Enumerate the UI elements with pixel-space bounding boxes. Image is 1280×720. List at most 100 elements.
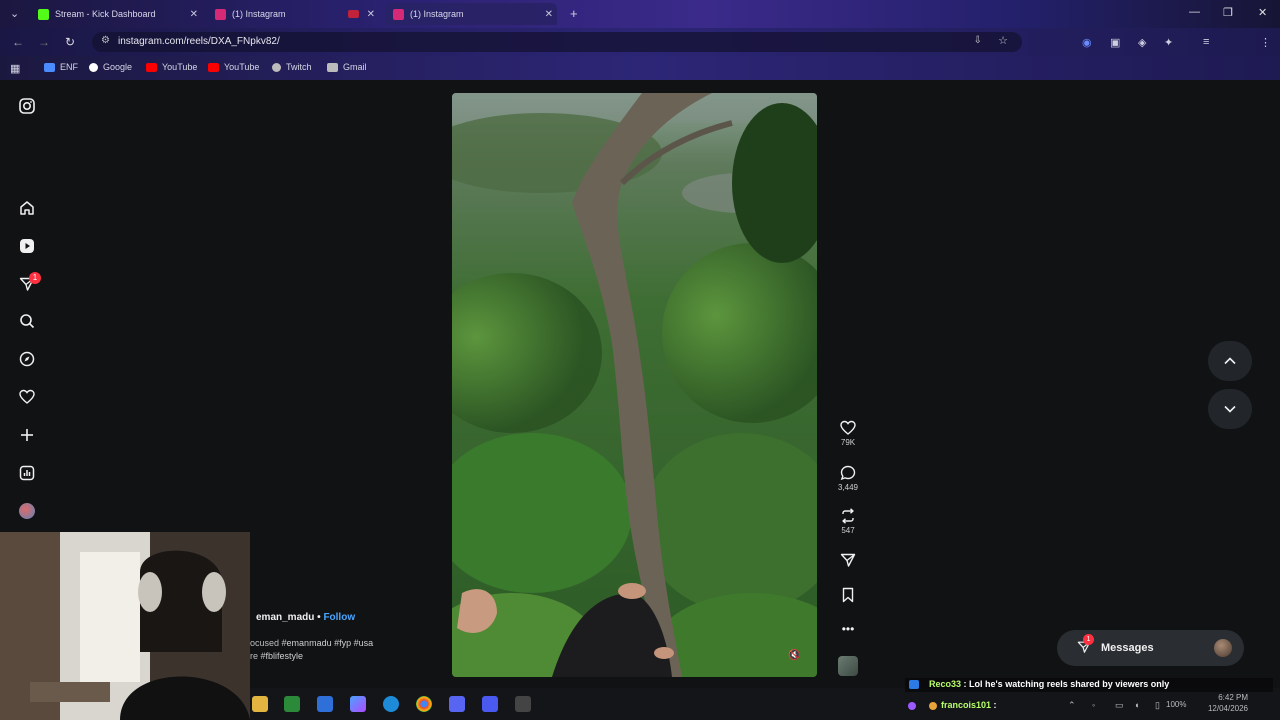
install-app-icon[interactable]: ⇩ — [974, 35, 982, 46]
site-info-icon[interactable]: ⚙ — [101, 35, 110, 46]
reading-list-icon[interactable]: ≡ — [1203, 36, 1209, 48]
share-button[interactable] — [833, 552, 863, 570]
messages-pill-badge: 1 — [1083, 633, 1094, 645]
minimize-button[interactable]: — — [1189, 6, 1200, 18]
separator-dot: • — [317, 612, 321, 623]
omnibox[interactable]: ⚙ instagram.com/reels/DXA_FNpkv82/ ⇩ ☆ — [92, 32, 1022, 52]
bookmark-google[interactable]: Google — [89, 62, 132, 72]
bookmark-twitch[interactable]: Twitch — [272, 62, 312, 72]
webcam-feed — [0, 532, 250, 720]
tray-network-icon[interactable]: ▭ — [1115, 700, 1124, 711]
webcam-overlay — [0, 532, 250, 720]
save-button[interactable] — [833, 587, 863, 605]
bookmark-youtube[interactable]: YouTube — [146, 62, 197, 72]
tray-mic-icon[interactable]: ◦ — [1092, 700, 1095, 710]
tray-battery-icon[interactable]: ▯ — [1155, 700, 1160, 711]
extensions-puzzle-icon[interactable]: ✦ — [1164, 36, 1173, 49]
tray-volume-icon[interactable]: ◖ — [1134, 700, 1139, 710]
globe-icon — [272, 62, 281, 72]
messages-pill[interactable]: 1 Messages — [1057, 630, 1244, 666]
recording-icon — [348, 10, 359, 18]
previous-reel-button[interactable] — [1208, 341, 1252, 381]
discord-icon[interactable] — [449, 696, 465, 712]
bookmarks-bar: ▦ ENF Google YouTube YouTube Twitch Gmai… — [0, 56, 1280, 80]
reload-icon[interactable]: ↻ — [65, 35, 75, 49]
chrome-icon[interactable] — [416, 696, 432, 712]
copilot-icon[interactable] — [350, 696, 366, 712]
close-tab-icon[interactable]: ✕ — [545, 9, 553, 20]
mute-icon[interactable]: 🔇 — [788, 650, 800, 661]
bookmark-label: Twitch — [286, 62, 312, 72]
url-text[interactable]: instagram.com/reels/DXA_FNpkv82/ — [118, 36, 280, 47]
battery-percent: 100% — [1166, 700, 1187, 709]
explore-icon[interactable] — [17, 349, 37, 369]
tab-search-icon[interactable]: ⌄ — [10, 7, 19, 20]
tab-label: Stream - Kick Dashboard — [55, 9, 156, 19]
bookmark-enf[interactable]: ENF — [44, 62, 78, 72]
tab-label: (1) Instagram — [410, 9, 464, 19]
maximize-button[interactable]: ❐ — [1223, 6, 1233, 19]
tab-kick-dashboard[interactable]: Stream - Kick Dashboard ✕ — [30, 3, 202, 25]
chat-message: Reco33 : Lol he's watching reels shared … — [905, 678, 1273, 692]
author-username[interactable]: eman_madu — [256, 612, 314, 623]
extension-icon[interactable]: ▣ — [1110, 36, 1120, 49]
repost-button[interactable]: 547 — [833, 508, 863, 535]
close-tab-icon[interactable]: ✕ — [367, 9, 375, 20]
obs-icon[interactable] — [515, 696, 531, 712]
next-reel-button[interactable] — [1208, 389, 1252, 429]
taskbar-clock[interactable]: 6:42 PM 12/04/2026 — [1200, 692, 1248, 714]
bookmark-label: ENF — [60, 62, 78, 72]
edge-icon[interactable] — [383, 696, 399, 712]
messages-send-icon: 1 — [1077, 633, 1094, 657]
caption-line2-tags[interactable]: #fblifestyle — [261, 651, 304, 661]
youtube-icon — [146, 62, 157, 72]
comment-count: 3,449 — [837, 483, 859, 492]
more-dots-icon: ••• — [841, 622, 855, 636]
dashboard-icon[interactable] — [17, 463, 37, 483]
app-icon[interactable] — [482, 696, 498, 712]
instagram-logo-icon[interactable] — [17, 96, 37, 116]
google-icon — [89, 62, 98, 72]
comment-button[interactable]: 3,449 — [833, 465, 863, 492]
browser-menu-icon[interactable]: ⋮ — [1260, 36, 1271, 49]
read-aloud-icon[interactable]: ◉ — [1082, 36, 1092, 49]
bookmark-label: YouTube — [224, 62, 260, 72]
tab-instagram-1[interactable]: (1) Instagram ✕ — [207, 3, 379, 25]
search-icon[interactable] — [17, 311, 37, 331]
bookmark-gmail[interactable]: Gmail — [327, 62, 367, 72]
caption-line1-tags[interactable]: #emanmadu #fyp #usa — [282, 638, 374, 648]
close-tab-icon[interactable]: ✕ — [190, 9, 198, 20]
extension-badge-icon[interactable]: ◈ — [1138, 36, 1146, 49]
apps-grid-icon[interactable]: ▦ — [10, 62, 20, 75]
close-window-button[interactable]: ✕ — [1258, 6, 1267, 19]
tab-label: (1) Instagram — [232, 9, 286, 19]
reel-caption: eman_madu • Follow ocused #emanmadu #fyp… — [250, 612, 440, 663]
like-button[interactable]: 79K — [833, 420, 863, 447]
vscode-icon[interactable] — [317, 696, 333, 712]
chat-badge-icon — [929, 702, 937, 710]
home-icon[interactable] — [17, 198, 37, 218]
more-options-button[interactable]: ••• — [833, 622, 863, 640]
reel-video-frame — [452, 93, 817, 677]
chat-text: Lol he's watching reels shared by viewer… — [969, 679, 1170, 689]
heart-icon — [833, 420, 863, 438]
profile-avatar[interactable] — [19, 503, 35, 519]
forward-icon[interactable]: → — [38, 35, 50, 49]
reels-icon[interactable] — [17, 236, 37, 256]
audio-thumbnail[interactable] — [838, 656, 858, 676]
repost-icon — [833, 508, 863, 526]
xbox-icon[interactable] — [284, 696, 300, 712]
chat-platform-icon — [909, 680, 919, 689]
tray-chevron-icon[interactable]: ⌃ — [1068, 700, 1076, 711]
clock-time: 6:42 PM — [1218, 693, 1248, 702]
reel-video[interactable]: 🔇 — [452, 93, 817, 677]
file-explorer-icon[interactable] — [252, 696, 268, 712]
create-plus-icon[interactable] — [17, 425, 37, 445]
new-tab-button[interactable]: + — [570, 6, 578, 21]
notifications-heart-icon[interactable] — [17, 387, 37, 407]
back-icon[interactable]: ← — [12, 35, 24, 49]
tab-instagram-2[interactable]: (1) Instagram ✕ — [385, 3, 557, 25]
follow-button[interactable]: Follow — [323, 612, 355, 623]
bookmark-youtube[interactable]: YouTube — [208, 62, 259, 72]
bookmark-star-icon[interactable]: ☆ — [998, 34, 1008, 47]
